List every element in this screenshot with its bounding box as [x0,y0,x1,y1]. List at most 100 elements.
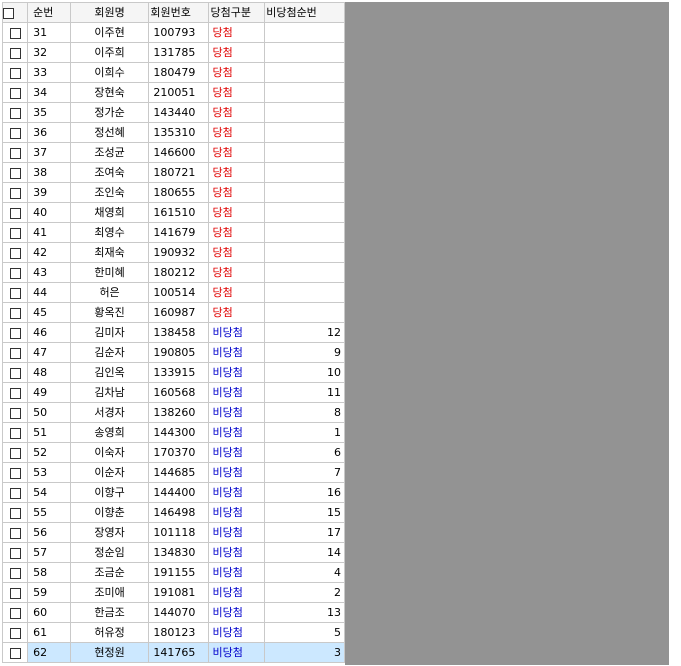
row-no-cell[interactable]: 58 [27,562,71,583]
row-checkbox[interactable] [1,462,29,483]
row-order-cell[interactable] [264,22,345,43]
table-row[interactable]: 31 이주현 100793 당첨 [1,22,345,43]
table-row[interactable]: 50 서경자 138260 비당첨 8 [1,402,345,423]
row-checkbox[interactable] [1,242,29,263]
row-type-cell[interactable]: 당첨 [208,42,266,63]
table-row[interactable]: 57 정순임 134830 비당첨 14 [1,542,345,563]
row-type-cell[interactable]: 당첨 [208,202,266,223]
row-no-cell[interactable]: 40 [27,202,71,223]
row-member-no-cell[interactable]: 160987 [148,302,210,323]
row-no-cell[interactable]: 55 [27,502,71,523]
row-member-no-cell[interactable]: 160568 [148,382,210,403]
row-name-cell[interactable]: 이순자 [69,462,150,483]
row-member-no-cell[interactable]: 161510 [148,202,210,223]
table-row[interactable]: 33 이희수 180479 당첨 [1,62,345,83]
row-member-no-cell[interactable]: 100793 [148,22,210,43]
row-no-cell[interactable]: 59 [27,582,71,603]
row-member-no-cell[interactable]: 146498 [148,502,210,523]
row-name-cell[interactable]: 이숙자 [69,442,150,463]
row-no-cell[interactable]: 37 [27,142,71,163]
row-member-no-cell[interactable]: 180721 [148,162,210,183]
row-type-cell[interactable]: 비당첨 [208,482,266,503]
row-order-cell[interactable]: 4 [264,562,345,583]
row-checkbox[interactable] [1,262,29,283]
row-checkbox[interactable] [1,442,29,463]
row-name-cell[interactable]: 정순임 [69,542,150,563]
row-name-cell[interactable]: 이향구 [69,482,150,503]
row-type-cell[interactable]: 당첨 [208,142,266,163]
row-checkbox[interactable] [1,382,29,403]
row-type-cell[interactable]: 비당첨 [208,462,266,483]
row-no-cell[interactable]: 52 [27,442,71,463]
row-member-no-cell[interactable]: 100514 [148,282,210,303]
row-type-cell[interactable]: 비당첨 [208,622,266,643]
row-member-no-cell[interactable]: 135310 [148,122,210,143]
table-row[interactable]: 62 현정원 141765 비당첨 3 [1,642,345,663]
row-no-cell[interactable]: 51 [27,422,71,443]
row-order-cell[interactable] [264,222,345,243]
row-order-cell[interactable] [264,282,345,303]
row-order-cell[interactable] [264,182,345,203]
table-row[interactable]: 39 조인숙 180655 당첨 [1,182,345,203]
row-checkbox[interactable] [1,302,29,323]
row-name-cell[interactable]: 조미애 [69,582,150,603]
row-type-cell[interactable]: 당첨 [208,82,266,103]
row-name-cell[interactable]: 이주희 [69,42,150,63]
row-name-cell[interactable]: 이희수 [69,62,150,83]
row-type-cell[interactable]: 비당첨 [208,602,266,623]
row-order-cell[interactable] [264,302,345,323]
row-type-cell[interactable]: 당첨 [208,282,266,303]
row-order-cell[interactable]: 1 [264,422,345,443]
row-name-cell[interactable]: 한미혜 [69,262,150,283]
row-no-cell[interactable]: 61 [27,622,71,643]
row-checkbox[interactable] [1,62,29,83]
row-checkbox[interactable] [1,22,29,43]
row-no-cell[interactable]: 46 [27,322,71,343]
table-row[interactable]: 35 정가순 143440 당첨 [1,102,345,123]
row-member-no-cell[interactable]: 170370 [148,442,210,463]
row-member-no-cell[interactable]: 190932 [148,242,210,263]
row-no-cell[interactable]: 48 [27,362,71,383]
row-name-cell[interactable]: 정선혜 [69,122,150,143]
row-no-cell[interactable]: 34 [27,82,71,103]
row-no-cell[interactable]: 43 [27,262,71,283]
row-member-no-cell[interactable]: 191081 [148,582,210,603]
row-type-cell[interactable]: 당첨 [208,242,266,263]
row-member-no-cell[interactable]: 141765 [148,642,210,663]
table-row[interactable]: 49 김차남 160568 비당첨 11 [1,382,345,403]
row-name-cell[interactable]: 조여숙 [69,162,150,183]
column-header-type[interactable]: 당첨구분 [208,2,266,23]
row-checkbox[interactable] [1,182,29,203]
row-checkbox[interactable] [1,642,29,663]
table-row[interactable]: 55 이향춘 146498 비당첨 15 [1,502,345,523]
row-type-cell[interactable]: 당첨 [208,62,266,83]
table-row[interactable]: 56 장영자 101118 비당첨 17 [1,522,345,543]
table-row[interactable]: 46 김미자 138458 비당첨 12 [1,322,345,343]
row-type-cell[interactable]: 비당첨 [208,342,266,363]
row-checkbox[interactable] [1,122,29,143]
row-order-cell[interactable]: 10 [264,362,345,383]
row-member-no-cell[interactable]: 210051 [148,82,210,103]
row-name-cell[interactable]: 이향춘 [69,502,150,523]
row-type-cell[interactable]: 비당첨 [208,322,266,343]
row-checkbox[interactable] [1,42,29,63]
row-member-no-cell[interactable]: 144685 [148,462,210,483]
row-name-cell[interactable]: 채영희 [69,202,150,223]
row-no-cell[interactable]: 41 [27,222,71,243]
row-order-cell[interactable]: 15 [264,502,345,523]
row-member-no-cell[interactable]: 134830 [148,542,210,563]
table-row[interactable]: 51 송영희 144300 비당첨 1 [1,422,345,443]
row-checkbox[interactable] [1,402,29,423]
row-order-cell[interactable]: 16 [264,482,345,503]
row-no-cell[interactable]: 33 [27,62,71,83]
row-type-cell[interactable]: 비당첨 [208,402,266,423]
row-no-cell[interactable]: 49 [27,382,71,403]
row-member-no-cell[interactable]: 138458 [148,322,210,343]
row-name-cell[interactable]: 허유정 [69,622,150,643]
row-type-cell[interactable]: 비당첨 [208,582,266,603]
row-member-no-cell[interactable]: 144300 [148,422,210,443]
row-order-cell[interactable] [264,62,345,83]
row-name-cell[interactable]: 장영자 [69,522,150,543]
row-member-no-cell[interactable]: 143440 [148,102,210,123]
row-no-cell[interactable]: 31 [27,22,71,43]
